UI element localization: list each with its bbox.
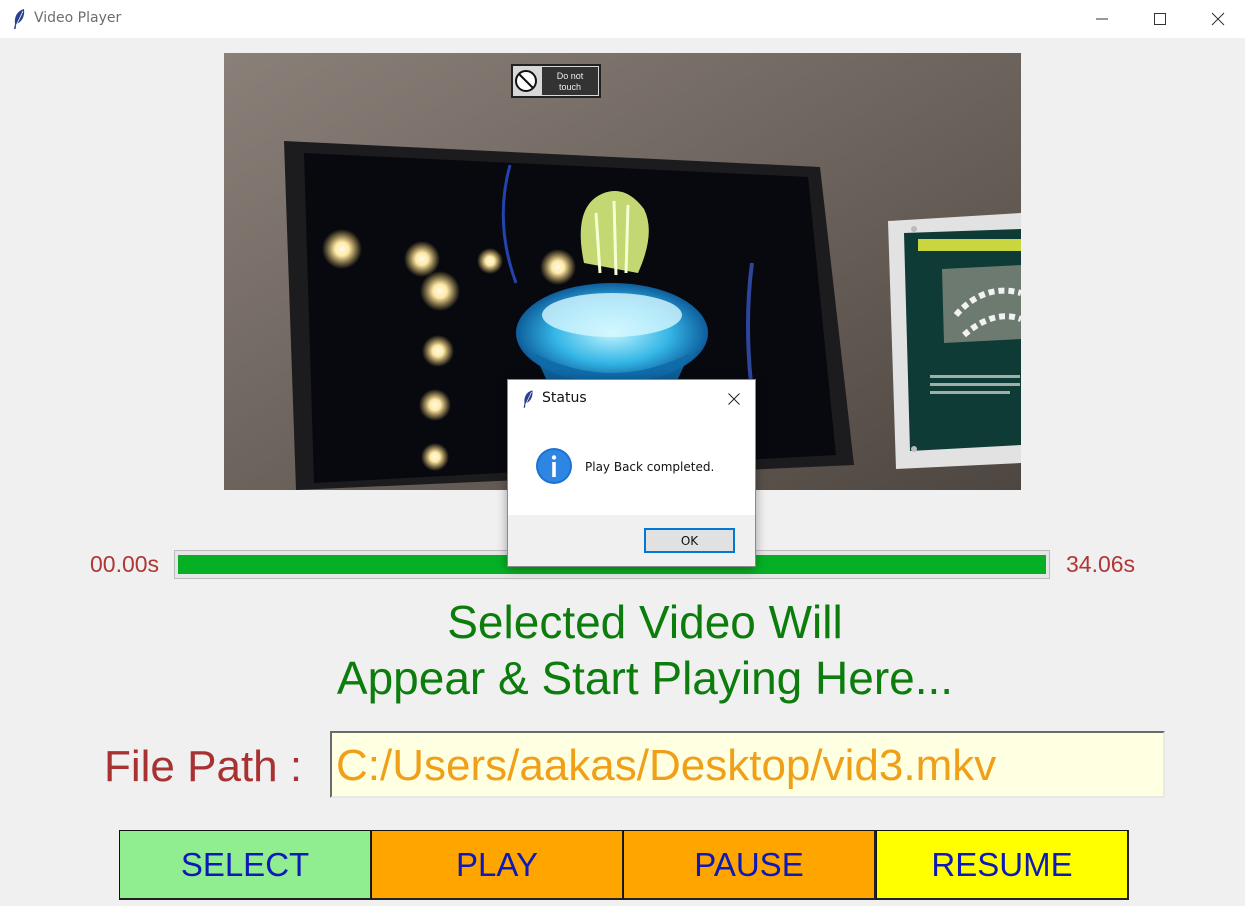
total-time: 34.06s bbox=[1066, 551, 1136, 577]
status-dialog: Status Play Back completed. OK bbox=[507, 379, 756, 567]
feather-icon bbox=[11, 8, 27, 30]
minimize-icon bbox=[1096, 18, 1108, 20]
minimize-button[interactable] bbox=[1073, 0, 1131, 38]
svg-text:Do not: Do not bbox=[557, 71, 584, 81]
feather-icon bbox=[521, 389, 535, 414]
resume-button[interactable]: RESUME bbox=[876, 830, 1129, 900]
play-button[interactable]: PLAY bbox=[371, 830, 624, 900]
placeholder-message-line-1: Selected Video Will bbox=[447, 596, 843, 648]
maximize-button[interactable] bbox=[1131, 0, 1189, 38]
file-path-input[interactable] bbox=[330, 731, 1165, 798]
pause-button[interactable]: PAUSE bbox=[623, 830, 876, 900]
close-icon bbox=[1211, 12, 1225, 26]
dialog-title: Status bbox=[542, 390, 587, 406]
info-icon bbox=[535, 447, 573, 485]
select-button[interactable]: SELECT bbox=[119, 830, 372, 900]
svg-text:touch: touch bbox=[559, 82, 581, 92]
dialog-footer: OK bbox=[508, 515, 755, 566]
file-path-label: File Path : bbox=[104, 742, 303, 791]
elapsed-time: 00.00s bbox=[90, 551, 160, 577]
title-bar: Video Player bbox=[0, 0, 1245, 38]
window-title: Video Player bbox=[34, 10, 122, 26]
close-icon bbox=[728, 393, 740, 405]
dialog-close-button[interactable] bbox=[721, 386, 747, 412]
dialog-message: Play Back completed. bbox=[585, 460, 715, 474]
placeholder-message-line-2: Appear & Start Playing Here... bbox=[336, 652, 954, 704]
maximize-icon bbox=[1154, 13, 1166, 25]
close-button[interactable] bbox=[1189, 0, 1245, 38]
ok-button[interactable]: OK bbox=[644, 528, 735, 553]
